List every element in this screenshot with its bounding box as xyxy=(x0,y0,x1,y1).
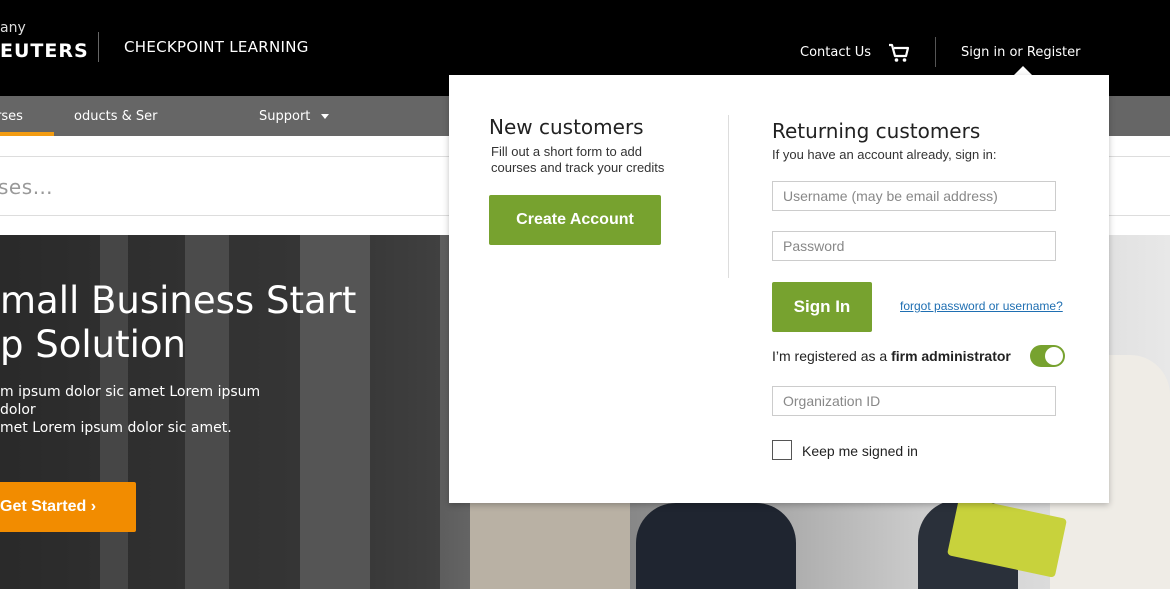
toggle-knob xyxy=(1045,347,1063,365)
chevron-down-icon xyxy=(320,114,329,119)
new-customers-heading: New customers xyxy=(489,115,644,139)
hero-title-line2: p Solution xyxy=(0,323,186,366)
hero-description: m ipsum dolor sic amet Lorem ipsum dolor… xyxy=(0,383,300,437)
search-input-placeholder[interactable]: ses… xyxy=(0,175,53,199)
hero-person xyxy=(636,503,796,589)
hero-description-line1: m ipsum dolor sic amet Lorem ipsum dolor xyxy=(0,384,261,418)
organization-id-input[interactable] xyxy=(772,386,1056,416)
popup-divider xyxy=(728,115,729,278)
brand-tagline: any xyxy=(0,20,26,36)
keep-signed-in-checkbox[interactable] xyxy=(772,440,792,460)
brand-divider xyxy=(98,32,99,62)
sign-in-register-link[interactable]: Sign in or Register xyxy=(961,45,1080,60)
contact-us-link[interactable]: Contact Us xyxy=(800,45,871,60)
nav-item-support-label: Support xyxy=(259,109,311,124)
new-customers-text-line1: Fill out a short form to add xyxy=(491,144,643,159)
password-input[interactable] xyxy=(772,231,1056,261)
hero-person xyxy=(470,495,630,589)
username-input[interactable] xyxy=(772,181,1056,211)
forgot-password-link[interactable]: forgot password or username? xyxy=(900,299,1063,313)
firm-admin-label-bold: firm administrator xyxy=(891,348,1011,364)
firm-admin-label: I’m registered as a firm administrator xyxy=(772,348,1011,364)
cart-icon[interactable] xyxy=(888,43,910,63)
hero-title-line1: mall Business Start xyxy=(0,279,357,322)
nav-item-courses[interactable]: rses xyxy=(0,109,23,124)
hero-title: mall Business Start p Solution xyxy=(0,279,356,367)
get-started-button[interactable]: Get Started › xyxy=(0,482,136,532)
firm-admin-toggle[interactable] xyxy=(1030,345,1065,367)
firm-admin-label-prefix: I’m registered as a xyxy=(772,348,892,364)
keep-signed-in-label[interactable]: Keep me signed in xyxy=(802,443,918,459)
hero-description-line2: met Lorem ipsum dolor sic amet. xyxy=(0,420,232,436)
header-divider xyxy=(935,37,936,67)
new-customers-text: Fill out a short form to add courses and… xyxy=(491,144,691,176)
nav-item-support[interactable]: Support xyxy=(259,109,329,124)
create-account-button[interactable]: Create Account xyxy=(489,195,661,245)
new-customers-text-line2: courses and track your credits xyxy=(491,160,665,175)
nav-active-indicator xyxy=(0,132,54,136)
returning-customers-heading: Returning customers xyxy=(772,119,981,143)
nav-item-products-services[interactable]: oducts & Ser xyxy=(74,109,157,124)
sign-in-popup: New customers Fill out a short form to a… xyxy=(449,75,1109,503)
returning-customers-text: If you have an account already, sign in: xyxy=(772,147,997,162)
brand-logo[interactable]: EUTERS xyxy=(0,40,89,62)
sign-in-button[interactable]: Sign In xyxy=(772,282,872,332)
product-name[interactable]: CHECKPOINT LEARNING xyxy=(124,38,309,56)
